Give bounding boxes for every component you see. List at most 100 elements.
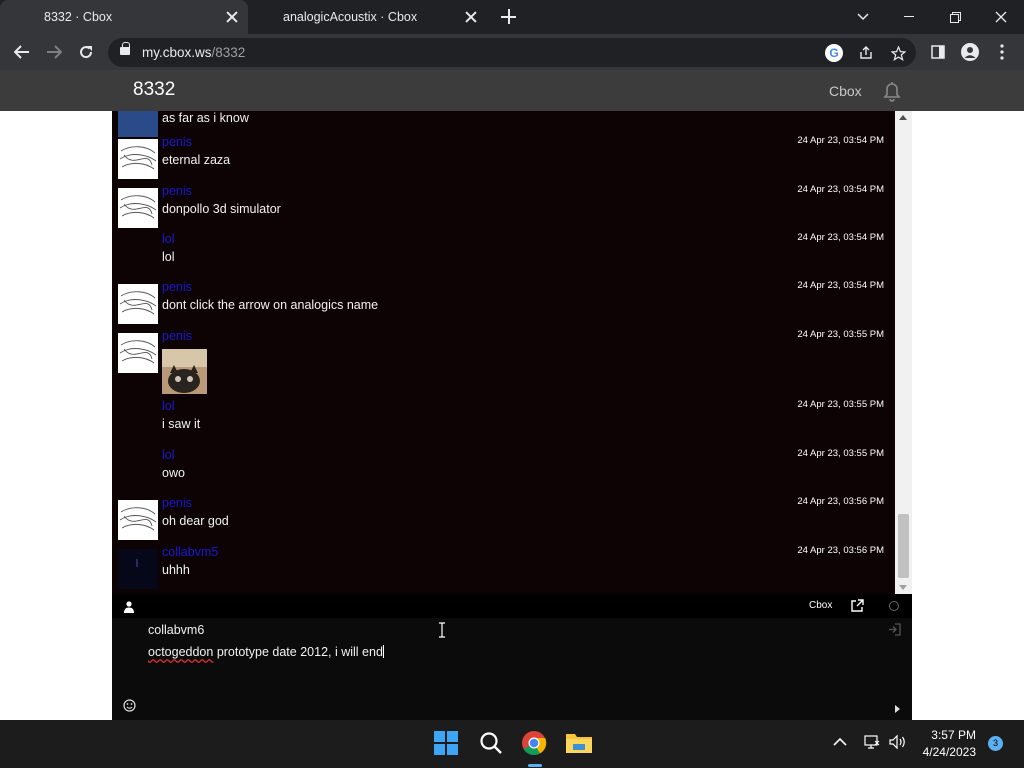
close-window-icon[interactable] [978, 0, 1024, 34]
search-icon[interactable] [478, 730, 506, 758]
send-arrow-icon[interactable] [895, 705, 900, 713]
forward-arrow-icon[interactable] [42, 40, 66, 64]
text-caret [382, 645, 384, 658]
reload-icon[interactable] [74, 40, 98, 64]
message-compose-area[interactable]: collabvm6 octogeddon prototype date 2012… [112, 618, 912, 720]
profile-avatar-icon[interactable] [958, 40, 982, 64]
message-text: dont click the arrow on analogics name [162, 298, 379, 312]
message-timestamp: 24 Apr 23, 03:55 PM [797, 329, 884, 340]
message-text: donpollo 3d simulator [162, 202, 281, 216]
message-username[interactable]: lol [162, 399, 175, 413]
message-timestamp: 24 Apr 23, 03:56 PM [797, 545, 884, 556]
cbox-brand-link[interactable]: Cbox [809, 600, 832, 611]
connection-status-icon [889, 601, 899, 611]
notification-count-badge[interactable]: 3 [988, 736, 1003, 751]
message-timestamp: 24 Apr 23, 03:55 PM [797, 448, 884, 459]
avatar[interactable] [118, 111, 158, 137]
misspelled-word[interactable]: octogeddon [148, 645, 213, 659]
windows-start-icon[interactable] [433, 730, 461, 758]
message-list[interactable]: as far as i know penis eternal zaza 24 A… [112, 111, 895, 594]
tab-title: 8332 · Cbox [44, 10, 113, 24]
tab-8332[interactable]: 8332 · Cbox [0, 0, 248, 34]
tab-title: analogicAcoustix · Cbox [283, 10, 418, 24]
avatar[interactable] [118, 500, 158, 540]
message-text: uhhh [162, 563, 190, 577]
restore-window-icon[interactable] [932, 0, 978, 34]
lock-icon[interactable] [120, 42, 130, 55]
active-app-indicator [528, 764, 542, 767]
back-arrow-icon[interactable] [10, 40, 34, 64]
compose-username[interactable]: collabvm6 [148, 623, 204, 637]
chat-message: penis dont click the arrow on analogics … [112, 280, 895, 328]
site-header: 8332 Cbox [0, 70, 1024, 111]
clock-date[interactable]: 4/24/2023 [916, 745, 976, 759]
chat-message: penis donpollo 3d simulator 24 Apr 23, 0… [112, 184, 895, 232]
new-tab-icon[interactable] [500, 8, 518, 26]
message-timestamp: 24 Apr 23, 03:54 PM [797, 135, 884, 146]
scroll-up-arrow-icon[interactable] [899, 115, 907, 120]
page-title[interactable]: 8332 [133, 79, 175, 101]
clock-time[interactable]: 3:57 PM [930, 728, 976, 742]
message-username[interactable]: penis [162, 280, 192, 294]
share-icon[interactable] [857, 44, 875, 62]
scroll-down-arrow-icon[interactable] [899, 585, 907, 590]
scrollbar-thumb[interactable] [898, 514, 909, 578]
url-path: /8332 [211, 45, 246, 60]
network-icon[interactable] [864, 734, 880, 753]
browser-toolbar: my.cbox.ws/8332 G [0, 34, 1024, 70]
message-username[interactable]: penis [162, 184, 192, 198]
message-input-text: prototype date 2012, i will end [213, 645, 383, 659]
message-input[interactable]: octogeddon prototype date 2012, i will e… [148, 645, 384, 659]
message-timestamp: 24 Apr 23, 03:55 PM [797, 399, 884, 410]
login-icon[interactable] [888, 623, 902, 637]
message-text: eternal zaza [162, 153, 231, 167]
close-tab-icon[interactable] [463, 9, 479, 25]
avatar[interactable] [118, 549, 158, 589]
avatar[interactable] [118, 188, 158, 228]
message-text: lol [162, 250, 175, 264]
message-username[interactable]: penis [162, 135, 192, 149]
message-username[interactable]: penis [162, 496, 192, 510]
url-host: my.cbox.ws [142, 45, 212, 60]
avatar[interactable] [118, 333, 158, 373]
chrome-app-icon[interactable] [521, 730, 549, 758]
user-icon[interactable] [124, 600, 134, 613]
tab-analogicacoustix[interactable]: analogicAcoustix · Cbox [248, 0, 490, 34]
windows-taskbar: 3:57 PM 4/24/2023 3 [0, 720, 1024, 768]
file-explorer-icon[interactable] [565, 730, 593, 758]
cbox-brand-link[interactable]: Cbox [829, 83, 862, 99]
chat-panel: as far as i know penis eternal zaza 24 A… [112, 111, 912, 720]
tab-search-chevron-icon[interactable] [840, 0, 886, 34]
close-tab-icon[interactable] [224, 9, 240, 25]
chat-message: penis 24 Apr 23, 03:55 PM [112, 329, 895, 397]
bookmark-star-icon[interactable] [889, 44, 907, 62]
chat-message: lol lol 24 Apr 23, 03:54 PM [112, 232, 895, 280]
emoji-icon[interactable] [123, 699, 136, 712]
message-text: i saw it [162, 417, 201, 431]
volume-icon[interactable] [889, 734, 907, 753]
bell-icon[interactable] [880, 79, 904, 103]
avatar[interactable] [118, 139, 158, 179]
minimize-window-icon[interactable] [886, 0, 932, 34]
avatar[interactable] [118, 284, 158, 324]
message-text: as far as i know [162, 111, 249, 125]
external-link-icon[interactable] [851, 599, 864, 612]
message-text: oh dear god [162, 514, 229, 528]
show-hidden-icons-chevron-icon[interactable] [833, 734, 847, 750]
address-bar[interactable]: my.cbox.ws/8332 G [108, 38, 916, 67]
message-scrollbar[interactable] [895, 111, 912, 594]
chat-message: penis oh dear god 24 Apr 23, 03:56 PM [112, 496, 895, 544]
message-username[interactable]: lol [162, 448, 175, 462]
google-translate-icon[interactable]: G [825, 44, 843, 62]
side-panel-icon[interactable] [926, 40, 950, 64]
message-username[interactable]: lol [162, 232, 175, 246]
chat-message: penis eternal zaza 24 Apr 23, 03:54 PM [112, 135, 895, 183]
message-username[interactable]: penis [162, 329, 192, 343]
message-image-thumbnail[interactable] [162, 349, 207, 394]
message-timestamp: 24 Apr 23, 03:56 PM [797, 496, 884, 507]
message-username[interactable]: collabvm5 [162, 545, 218, 559]
chat-message: collabvm5 uhhh 24 Apr 23, 03:56 PM [112, 545, 895, 593]
chat-message: lol i saw it 24 Apr 23, 03:55 PM [112, 399, 895, 447]
url-text: my.cbox.ws/8332 [142, 45, 245, 60]
chrome-menu-icon[interactable] [990, 40, 1014, 64]
